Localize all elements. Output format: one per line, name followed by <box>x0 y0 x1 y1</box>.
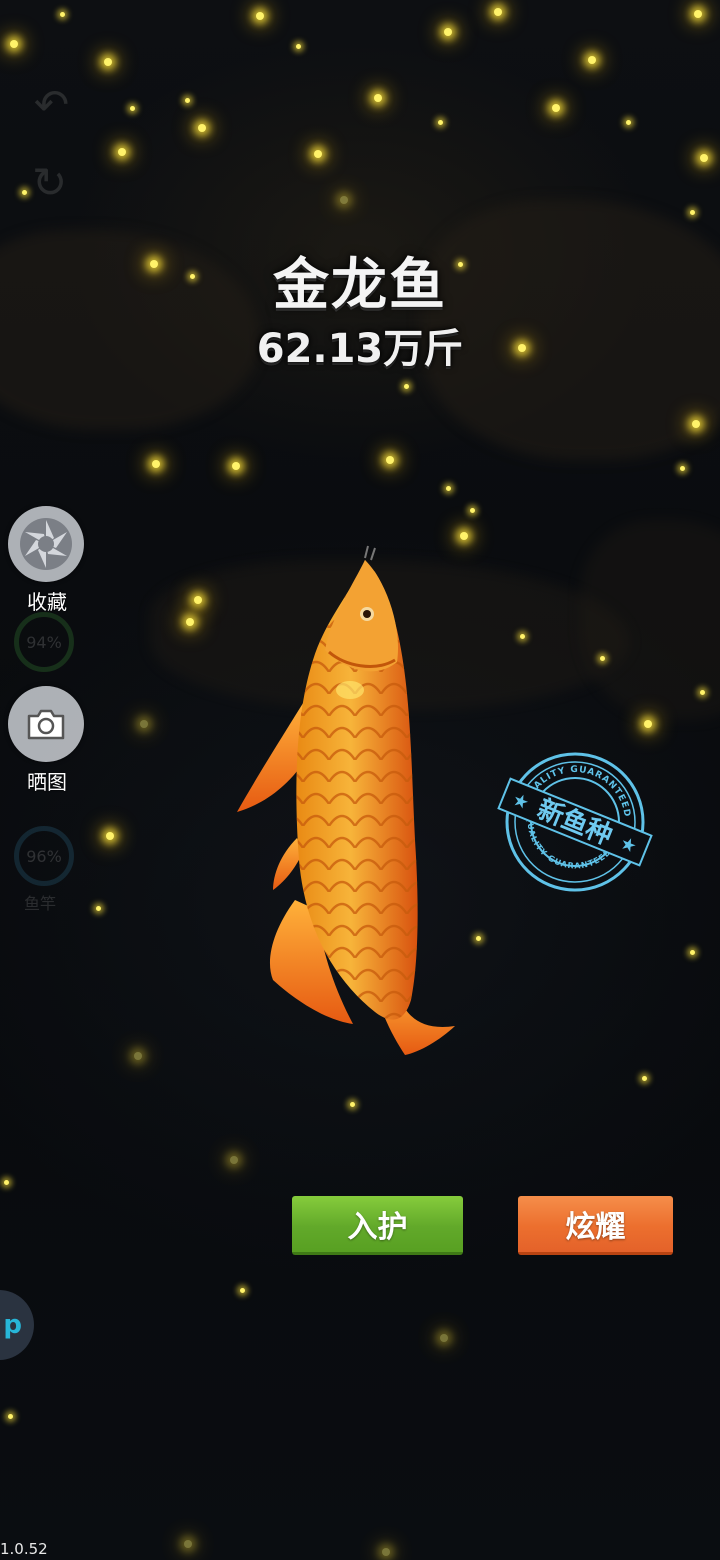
fish-weight: 62.13万斤 <box>256 326 464 372</box>
favorite-button[interactable]: 收藏 <box>8 506 86 615</box>
show-off-button[interactable]: 炫耀 <box>518 1196 673 1255</box>
favorite-label: 收藏 <box>27 590 67 614</box>
gauge-ring: 94% <box>14 612 74 672</box>
arowana-fish-image <box>237 545 455 1055</box>
aperture-icon <box>8 506 84 582</box>
camera-icon <box>8 686 84 762</box>
stamp-text: 新鱼种 <box>533 793 617 851</box>
new-species-stamp: QUALITY GUARANTEED QUALITY GUARANTEED ★ … <box>497 748 653 892</box>
share-photo-label: 晒图 <box>27 770 67 794</box>
back-icon: ↶ <box>34 80 70 129</box>
fish-name: 金龙鱼 <box>273 253 447 318</box>
share-photo-button[interactable]: 晒图 <box>8 686 86 795</box>
refresh-icon: ↻ <box>32 158 68 207</box>
version-label: 1.0.52 <box>0 1540 48 1558</box>
gauge-label: 鱼竿 <box>24 894 57 913</box>
release-button[interactable]: 入护 <box>292 1196 463 1255</box>
gauge-ring: 96% <box>14 826 74 886</box>
